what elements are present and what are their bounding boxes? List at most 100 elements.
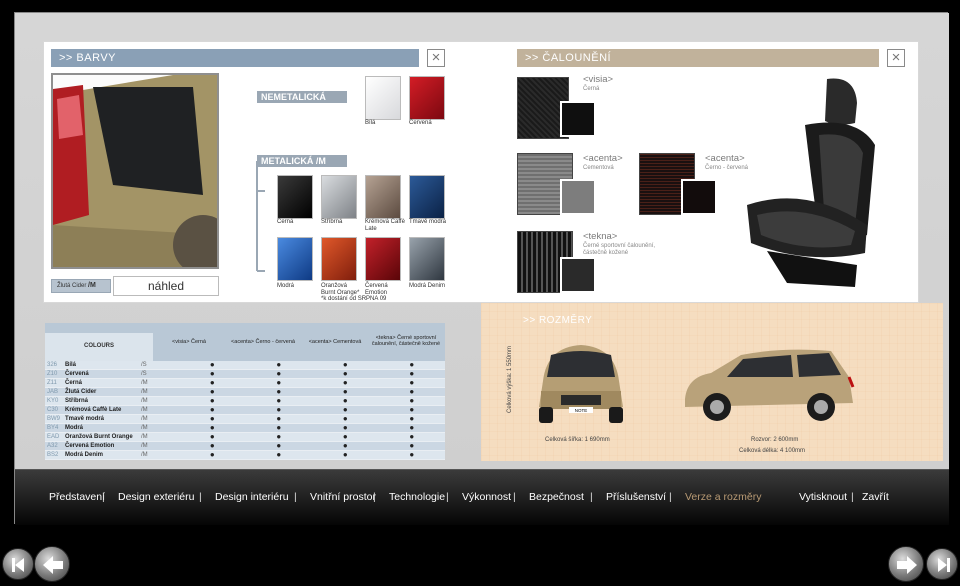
table-row: A32 Červená Emotion/M ● ● ● ●: [45, 441, 445, 452]
car-side-view: [685, 349, 855, 421]
arrow-right-icon: [897, 556, 917, 574]
nav-item[interactable]: Bezpečnost: [529, 491, 584, 503]
next-page-button[interactable]: [888, 546, 924, 582]
upholstery-close-button[interactable]: ×: [887, 49, 905, 67]
colours-header-label: COLOURS: [45, 333, 153, 361]
nav-separator: |: [294, 491, 297, 503]
color-code: BS2: [45, 450, 63, 461]
previous-page-button[interactable]: [34, 546, 70, 582]
nav-item[interactable]: Design interiéru: [215, 491, 289, 503]
color-code: Z10: [45, 369, 63, 380]
swatch-silver[interactable]: [321, 175, 357, 219]
color-name: Modrá: [63, 423, 139, 434]
arrow-left-icon: [43, 556, 63, 574]
close-link[interactable]: Zavřít: [862, 491, 889, 503]
dimensions-panel: >> ROZMĚRY Celková výška: 1 550mm NOTE C…: [481, 303, 943, 461]
colors-close-button[interactable]: ×: [427, 49, 445, 67]
caption-red: Červená: [409, 120, 432, 126]
caption-orange: Oranžová Burnt Orange*: [321, 283, 360, 296]
fabric-acenta-cement-small[interactable]: [560, 179, 596, 215]
color-type: /M: [139, 396, 179, 407]
presentation-window: { "colors_panel": {"title": ">> BARVY"},…: [0, 0, 960, 586]
color-name: Modrá Denim: [63, 450, 139, 461]
nav-separator: |: [851, 491, 854, 503]
nav-item[interactable]: Design exteriéru: [118, 491, 194, 503]
swatch-dark-blue[interactable]: [409, 175, 445, 219]
table-row: BY4 Modrá/M ● ● ● ●: [45, 423, 445, 434]
metallic-label: METALICKÁ /M: [257, 155, 347, 167]
color-name: Stříbrná: [63, 396, 139, 407]
fabric-visia-small[interactable]: [560, 101, 596, 137]
swatch-denim[interactable]: [409, 237, 445, 281]
color-type: /M: [139, 423, 179, 434]
dimensions-height-label: Celková výška: 1 550mm: [507, 345, 513, 413]
swatch-orange[interactable]: [321, 237, 357, 281]
swatch-blue[interactable]: [277, 237, 313, 281]
availability-dot: ●: [312, 450, 379, 461]
dimensions-wheelbase-label: Rozvor: 2 600mm: [751, 437, 799, 443]
caption-denim: Modrá Denim: [409, 283, 446, 289]
preview-label-box: náhled: [113, 276, 219, 296]
table-row: Z11 Černá/M ● ● ● ●: [45, 378, 445, 389]
swatch-red-emotion[interactable]: [365, 237, 401, 281]
swatch-red[interactable]: [409, 76, 445, 120]
print-link[interactable]: Vytisknout: [799, 491, 847, 503]
color-code: JAB: [45, 387, 63, 398]
colours-table: 326 Bílá/S ● ● ● ● Z10 Červená/S ● ● ● ● Z11 Černá/M ●…: [45, 361, 445, 461]
availability-dot: ●: [378, 450, 445, 461]
car-preview-image: [51, 73, 233, 275]
nav-item[interactable]: Představení: [49, 491, 105, 503]
colors-panel-header: >> BARVY: [51, 49, 419, 67]
license-plate-text: NOTE: [575, 408, 588, 413]
color-code: BW9: [45, 414, 63, 425]
color-code: 326: [45, 361, 63, 371]
caption-black: Černá: [277, 219, 294, 225]
color-name: Černá: [63, 378, 139, 389]
caption-blue: Modrá: [277, 283, 295, 289]
seat-image: [747, 78, 875, 287]
table-row: JAB Žlutá Cider/M ● ● ● ●: [45, 387, 445, 398]
dimensions-length-label: Celková délka: 4 100mm: [739, 448, 806, 454]
availability-dot: ●: [245, 450, 312, 461]
caption-cream: Krémová Caffè Late: [365, 219, 405, 232]
nav-separator: |: [199, 491, 202, 503]
preview-label: náhled: [147, 279, 185, 293]
color-code: A32: [45, 441, 63, 452]
color-code: C30: [45, 405, 63, 416]
nav-separator: |: [513, 491, 516, 503]
fabric-acenta-blackred-small[interactable]: [681, 179, 717, 215]
first-page-button[interactable]: [2, 548, 34, 580]
swatch-cream[interactable]: [365, 175, 401, 219]
fabric-acenta-cement-trim: <acenta>: [583, 153, 623, 164]
car-front-view: NOTE: [539, 345, 623, 423]
swatch-white[interactable]: [365, 76, 401, 120]
colours-header-col2: <acenta> Černo - červená: [231, 339, 295, 345]
colours-header-col3: <acenta> Cementová: [308, 339, 362, 345]
table-row: EAD Oranžová Burnt Orange/M ● ● ● ●: [45, 432, 445, 443]
colours-header-col1: <visia> Černá: [172, 339, 206, 345]
dimensions-title: >> ROZMĚRY: [523, 315, 593, 326]
caption-red-emotion: Červená Emotion: [365, 283, 388, 296]
selected-color-type: /M: [88, 282, 96, 289]
fabric-tekna-small[interactable]: [560, 257, 596, 293]
dimensions-width-label: Celková šířka: 1 690mm: [545, 437, 610, 443]
nav-item[interactable]: Příslušenství: [606, 491, 666, 503]
last-page-button[interactable]: [926, 548, 958, 580]
caption-silver: Stříbrná: [321, 219, 343, 225]
table-row: 326 Bílá/S ● ● ● ●: [45, 361, 445, 371]
swatch-black[interactable]: [277, 175, 313, 219]
metallic-connector-lines: [256, 161, 265, 272]
color-type: /M: [139, 441, 179, 452]
nav-item[interactable]: Vnitřní prostor: [310, 491, 376, 503]
caption-dark-blue: Tmavě modrá: [409, 219, 447, 225]
color-code: KY0: [45, 396, 63, 407]
color-type: /M: [139, 378, 179, 389]
nav-item[interactable]: Výkonnost: [462, 491, 511, 503]
selected-color-swatch[interactable]: Žlutá Cider /M: [51, 279, 111, 293]
color-name: Bílá: [63, 361, 139, 371]
nav-item[interactable]: Verze a rozměry: [685, 491, 761, 503]
color-name: Žlutá Cider: [63, 387, 139, 398]
color-type: /M: [139, 432, 179, 443]
color-type: /S: [139, 361, 179, 371]
nav-item[interactable]: Technologie: [389, 491, 445, 503]
